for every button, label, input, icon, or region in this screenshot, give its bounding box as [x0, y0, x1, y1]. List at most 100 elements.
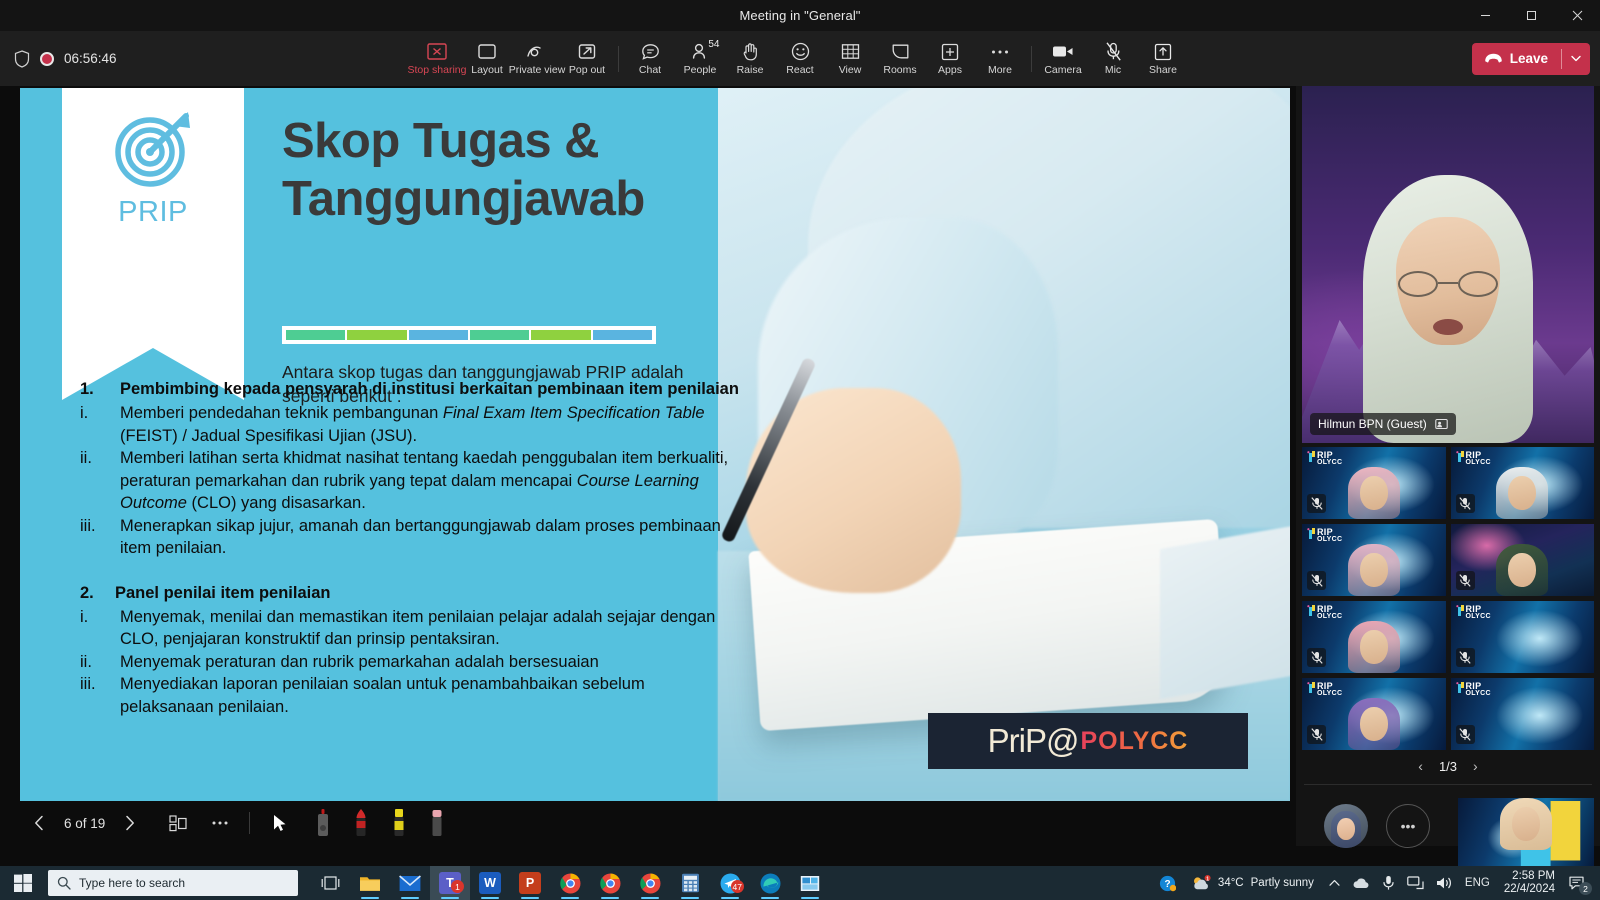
minimize-button[interactable] — [1462, 0, 1508, 31]
raise-hand-button[interactable]: Raise — [725, 33, 775, 85]
tile-face — [1359, 553, 1388, 587]
rail-overflow-tile[interactable]: RIP OLYCC — [1458, 798, 1594, 866]
avatar-face — [1337, 818, 1355, 840]
raise-hand-icon — [742, 42, 759, 62]
layout-button[interactable]: Layout — [462, 33, 512, 85]
leave-options-chevron[interactable] — [1562, 43, 1590, 75]
calculator-icon — [681, 873, 699, 893]
chrome-icon — [639, 873, 660, 893]
list-item: ii. Memberi latihan serta khidmat nasihat… — [80, 447, 740, 515]
rail-pager-prev[interactable]: ‹ — [1418, 758, 1423, 774]
search-input[interactable]: Type here to search — [48, 870, 298, 896]
laser-pointer-tool[interactable] — [314, 808, 332, 838]
prip-spark-icon — [1307, 605, 1315, 616]
cursor-tool[interactable] — [264, 808, 294, 838]
notification-center-button[interactable]: 2 — [1563, 866, 1596, 900]
raise-label: Raise — [736, 63, 764, 76]
taskbar-app-google-chrome-3[interactable] — [630, 866, 670, 900]
view-button[interactable]: View — [825, 33, 875, 85]
participant-tile[interactable]: RIP OLYCC — [1302, 447, 1446, 519]
windows-start-icon[interactable] — [0, 866, 46, 900]
red-pen-tool[interactable] — [352, 808, 370, 838]
participant-tile[interactable]: RIP OLYCC — [1302, 601, 1446, 673]
volume-icon[interactable] — [1430, 866, 1459, 900]
presenter-more-button[interactable] — [205, 808, 235, 838]
leave-main[interactable]: Leave — [1472, 43, 1561, 75]
participant-tile[interactable]: RIP OLYCC — [1302, 678, 1446, 750]
weather-widget[interactable]: 1 34°C Partly sunny — [1182, 874, 1323, 892]
rail-pager-next[interactable]: › — [1473, 758, 1478, 774]
rooms-button[interactable]: Rooms — [875, 33, 925, 85]
yellow-highlighter-tool[interactable] — [390, 808, 408, 838]
onedrive-icon[interactable] — [1346, 866, 1376, 900]
speaker-glasses — [1398, 271, 1498, 297]
pop-out-button[interactable]: Pop out — [562, 33, 612, 85]
next-slide-button[interactable] — [115, 808, 145, 838]
taskbar-app-task-view[interactable] — [310, 866, 350, 900]
weather-cloud-icon: 1 — [1193, 874, 1211, 889]
network-icon[interactable] — [1401, 866, 1430, 900]
mic-muted-icon — [1455, 494, 1475, 513]
participant-tile[interactable]: RIP OLYCC — [1450, 447, 1594, 519]
taskbar-app-google-chrome-2[interactable] — [590, 866, 630, 900]
grid-view-icon — [841, 42, 860, 62]
rooms-label: Rooms — [883, 63, 917, 76]
more-button[interactable]: More — [975, 33, 1025, 85]
share-button[interactable]: Share — [1138, 33, 1188, 85]
laser-pointer-icon — [318, 809, 329, 836]
window-title: Meeting in "General" — [739, 8, 861, 23]
slide-title: Skop Tugas & Tanggungjawab — [282, 114, 645, 226]
active-speaker-tile[interactable]: Hilmun BPN (Guest) — [1302, 86, 1594, 443]
people-button[interactable]: 54 People — [675, 33, 725, 85]
leave-button[interactable]: Leave — [1471, 42, 1590, 75]
participant-tile[interactable]: RIP OLYCC — [1450, 601, 1594, 673]
taskbar-app-microsoft-powerpoint[interactable]: P — [510, 866, 550, 900]
taskbar-app-microsoft-word[interactable]: W — [470, 866, 510, 900]
maximize-button[interactable] — [1508, 0, 1554, 31]
yellow-highlighter-icon — [394, 809, 404, 836]
presentation-slide[interactable]: PRIP Skop Tugas & Tanggungjawab Antara s… — [20, 88, 1290, 801]
close-button[interactable] — [1554, 0, 1600, 31]
prip-spark-icon — [1455, 451, 1464, 462]
layout-icon — [477, 42, 497, 62]
participant-tile[interactable]: RIP OLYCC — [1450, 678, 1594, 750]
tray-expand-chevron[interactable] — [1323, 866, 1346, 900]
private-view-button[interactable]: Private view — [509, 33, 565, 85]
previous-slide-button[interactable] — [24, 808, 54, 838]
stop-sharing-button[interactable]: Stop sharing — [408, 33, 466, 85]
powerpoint-icon: P — [519, 872, 541, 894]
tile-face — [1508, 476, 1537, 510]
help-circle-icon[interactable]: ? — [1153, 866, 1182, 900]
list-item-marker: iii. — [80, 516, 96, 535]
taskbar-clock[interactable]: 2:58 PM 22/4/2024 — [1496, 870, 1563, 896]
target-arrow-icon — [115, 112, 190, 187]
apps-button[interactable]: Apps — [925, 33, 975, 85]
react-button[interactable]: React — [775, 33, 825, 85]
windows-taskbar: Type here to search T 1 W P 47 ? 1 34°C Part… — [0, 866, 1600, 900]
taskbar-app-calculator[interactable] — [670, 866, 710, 900]
view-label: View — [838, 63, 862, 76]
taskbar-app-file-explorer[interactable] — [350, 866, 390, 900]
taskbar-app-microsoft-teams[interactable]: T1 — [430, 866, 470, 900]
taskbar-app-mail[interactable] — [390, 866, 430, 900]
slide-grid-button[interactable] — [163, 808, 193, 838]
pop-out-label: Pop out — [568, 63, 606, 76]
participant-tile[interactable]: RIP OLYCC — [1302, 524, 1446, 596]
avatar[interactable] — [1324, 804, 1368, 848]
chat-button[interactable]: Chat — [625, 33, 675, 85]
taskbar-app-microsoft-edge[interactable] — [750, 866, 790, 900]
rail-more-participants-button[interactable]: ••• — [1386, 804, 1430, 848]
eraser-tool[interactable] — [428, 808, 446, 838]
taskbar-app-photos[interactable] — [790, 866, 830, 900]
language-indicator[interactable]: ENG — [1459, 866, 1496, 900]
rail-pager: ‹ 1/3 › — [1296, 751, 1600, 781]
mic-button[interactable]: Mic — [1088, 33, 1138, 85]
camera-button[interactable]: Camera — [1038, 33, 1088, 85]
participant-tile[interactable] — [1450, 524, 1594, 596]
presenter-controls: 6 of 19 — [0, 800, 1296, 846]
stop-sharing-icon — [427, 42, 447, 62]
mic-icon[interactable] — [1376, 866, 1401, 900]
taskbar-app-telegram[interactable]: 47 — [710, 866, 750, 900]
taskbar-app-google-chrome[interactable] — [550, 866, 590, 900]
list-item: iii. Menerapkan sikap jujur, amanah dan b… — [80, 515, 740, 560]
